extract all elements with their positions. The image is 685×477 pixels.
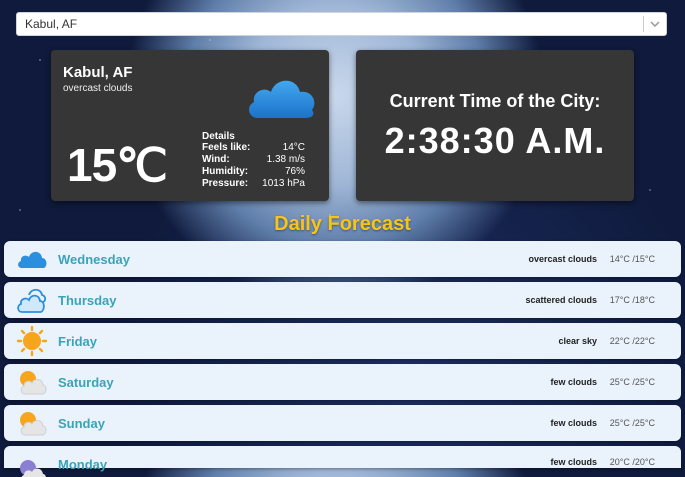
- detail-humidity: Humidity: 76%: [202, 166, 305, 178]
- city-select[interactable]: Kabul, AF: [16, 12, 667, 36]
- forecast-day: Sunday: [58, 415, 105, 431]
- forecast-row-monday[interactable]: Monday few clouds 20°C /20°C: [4, 446, 681, 477]
- forecast-title: Daily Forecast: [274, 213, 411, 235]
- forecast-row-friday[interactable]: Friday clear sky 22°C /22°C: [4, 323, 681, 359]
- current-weather-card: Kabul, AF overcast clouds 15℃ Details Fe…: [51, 50, 329, 201]
- details-title: Details: [202, 131, 235, 142]
- current-description: overcast clouds: [63, 83, 133, 94]
- forecast-row-saturday[interactable]: Saturday few clouds 25°C /25°C: [4, 364, 681, 400]
- partly-cloudy-icon: [16, 407, 48, 439]
- partly-cloudy-icon: [16, 457, 48, 477]
- forecast-temps: 25°C /25°C: [609, 377, 655, 387]
- city-select-value: Kabul, AF: [25, 17, 78, 31]
- time-label: Current Time of the City:: [389, 91, 601, 111]
- forecast-condition: overcast clouds: [528, 254, 597, 264]
- forecast-day: Thursday: [58, 292, 117, 308]
- detail-label: Feels like:: [202, 142, 251, 153]
- forecast-condition: clear sky: [558, 336, 597, 346]
- details-panel: Details Feels like: 14°C Wind: 1.38 m/s …: [202, 131, 305, 190]
- forecast-temps: 20°C /20°C: [609, 457, 655, 467]
- detail-label: Humidity:: [202, 166, 249, 177]
- detail-value: 14°C: [282, 142, 305, 153]
- forecast-temps: 17°C /18°C: [609, 295, 655, 305]
- forecast-condition: scattered clouds: [525, 295, 597, 305]
- forecast-temps: 25°C /25°C: [609, 418, 655, 428]
- forecast-condition: few clouds: [550, 377, 597, 387]
- detail-label: Pressure:: [202, 178, 249, 189]
- partly-cloudy-icon: [16, 366, 48, 398]
- detail-label: Wind:: [202, 154, 230, 165]
- forecast-temps: 14°C /15°C: [609, 254, 655, 264]
- forecast-row-thursday[interactable]: Thursday scattered clouds 17°C /18°C: [4, 282, 681, 318]
- forecast-condition: few clouds: [550, 457, 597, 467]
- forecast-day: Friday: [58, 333, 98, 349]
- detail-value: 1013 hPa: [262, 178, 305, 189]
- forecast-day: Monday: [58, 457, 108, 472]
- cloud-icon: [244, 70, 320, 127]
- detail-value: 1.38 m/s: [266, 154, 305, 165]
- sun-icon: [16, 325, 48, 357]
- detail-value: 76%: [284, 166, 305, 177]
- forecast-temps: 22°C /22°C: [609, 336, 655, 346]
- forecast-day: Saturday: [58, 374, 114, 390]
- forecast-row-sunday[interactable]: Sunday few clouds 25°C /25°C: [4, 405, 681, 441]
- chevron-down-icon[interactable]: [644, 21, 666, 27]
- forecast-row-wednesday[interactable]: Wednesday overcast clouds 14°C /15°C: [4, 241, 681, 277]
- overcast-cloud-icon: [16, 243, 48, 275]
- detail-pressure: Pressure: 1013 hPa: [202, 178, 305, 190]
- scattered-cloud-icon: [16, 284, 48, 316]
- current-temperature: 15℃: [67, 139, 168, 191]
- time-value: 2:38:30 A.M.: [384, 120, 606, 161]
- detail-wind: Wind: 1.38 m/s: [202, 154, 305, 166]
- detail-feels-like: Feels like: 14°C: [202, 142, 305, 154]
- forecast-day: Wednesday: [58, 251, 131, 267]
- current-city: Kabul, AF: [63, 64, 133, 81]
- current-time-card: Current Time of the City: 2:38:30 A.M.: [356, 50, 634, 201]
- forecast-condition: few clouds: [550, 418, 597, 428]
